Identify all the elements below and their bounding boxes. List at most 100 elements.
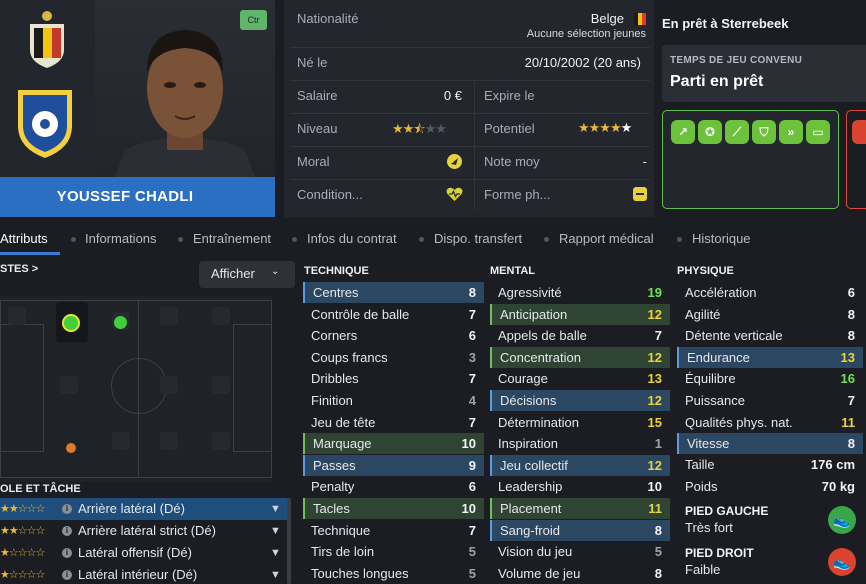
role-row[interactable]: ★★☆☆☆ i Arrière latéral strict (Dé) ▼ (0, 520, 290, 542)
attribute-name: Placement (500, 501, 562, 516)
left-foot-label: PIED GAUCHE (685, 504, 769, 518)
attribute-row[interactable]: Tacles 10 (303, 498, 484, 519)
negative-trait-icon[interactable] (852, 120, 866, 144)
position-slot[interactable] (8, 307, 26, 325)
positions-pitch[interactable] (0, 296, 272, 482)
potential-stars: ★★★★★ (578, 120, 632, 135)
tab-medical[interactable]: Rapport médical (559, 231, 654, 246)
chevron-down-icon[interactable]: ▼ (270, 542, 281, 564)
attribute-row[interactable]: Décisions 12 (490, 390, 670, 411)
attribute-name: Concentration (500, 349, 581, 365)
attribute-row[interactable]: Courage 13 (490, 368, 670, 389)
unconvincing-position-marker[interactable] (66, 443, 76, 453)
attribute-row[interactable]: Volume de jeu 8 (490, 563, 670, 584)
position-slot[interactable] (212, 432, 230, 450)
positions-heading[interactable]: STES > (0, 263, 38, 275)
attribute-row[interactable]: Vitesse 8 (677, 433, 863, 455)
attribute-row[interactable]: Penalty 6 (303, 476, 484, 497)
condition-label: Condition... (297, 187, 363, 202)
role-row[interactable]: ★☆☆☆☆ i Latéral intérieur (Dé) ▼ (0, 564, 290, 584)
attribute-row[interactable]: Concentration 12 (490, 346, 670, 368)
position-slot[interactable] (212, 307, 230, 325)
attribute-row[interactable]: Touches longues 5 (303, 563, 484, 584)
chevron-down-icon[interactable]: ▼ (270, 520, 281, 542)
attribute-row[interactable]: Passes 9 (303, 454, 484, 476)
tab-contract[interactable]: Infos du contrat (307, 231, 397, 246)
info-icon[interactable]: i (62, 548, 72, 558)
info-icon[interactable]: i (62, 526, 72, 536)
attribute-row[interactable]: Puissance 7 (677, 390, 863, 411)
roles-scrollbar[interactable] (287, 498, 291, 584)
attribute-row[interactable]: Jeu collectif 12 (490, 454, 670, 476)
wings-icon[interactable]: » (779, 120, 803, 144)
display-dropdown[interactable]: Afficher ⌄ (199, 261, 295, 288)
attribute-row[interactable]: Leadership 10 (490, 476, 670, 497)
weight-label: Poids (685, 479, 718, 494)
pitch-icon[interactable]: ▭ (806, 120, 830, 144)
attribute-row[interactable]: Détermination 15 (490, 412, 670, 433)
attribute-row[interactable]: Vision du jeu 5 (490, 541, 670, 562)
attribute-value: 9 (468, 457, 476, 473)
position-slot[interactable] (212, 376, 230, 394)
attribute-name: Coups francs (311, 349, 388, 365)
attribute-row[interactable]: Coups francs 3 (303, 347, 484, 368)
attribute-row[interactable]: Qualités phys. nat. 11 (677, 412, 863, 433)
bandage-icon[interactable]: ⟋ (725, 120, 749, 144)
left-foot-icon: 👟 (828, 506, 856, 534)
role-row[interactable]: ★★☆☆☆ i Arrière latéral (Dé) ▼ (0, 498, 290, 520)
player-name: YOUSSEF CHADLI (56, 188, 194, 205)
position-slot[interactable] (160, 307, 178, 325)
role-label: Latéral intérieur (Dé) (78, 567, 198, 582)
attribute-row[interactable]: Finition 4 (303, 390, 484, 411)
info-icon[interactable]: i (62, 504, 72, 514)
tab-history[interactable]: Historique (692, 231, 751, 246)
attribute-value: 7 (468, 371, 476, 387)
attribute-row[interactable]: Agressivité 19 (490, 282, 670, 303)
attribute-row[interactable]: Sang-froid 8 (490, 519, 670, 541)
playing-time-value: Parti en prêt (670, 73, 764, 90)
divider (474, 82, 475, 210)
display-dropdown-label: Afficher (211, 266, 255, 281)
attribute-row[interactable]: Détente verticale 8 (677, 325, 863, 346)
attribute-row[interactable]: Corners 6 (303, 325, 484, 346)
height-value: 176 cm (810, 457, 855, 472)
chevron-down-icon[interactable]: ▼ (270, 498, 281, 520)
attribute-row[interactable]: Tirs de loin 5 (303, 541, 484, 562)
right-foot-label: PIED DROIT (685, 546, 754, 560)
attribute-row[interactable]: Appels de balle 7 (490, 325, 670, 346)
tab-transfer[interactable]: Dispo. transfert (434, 231, 522, 246)
position-slot[interactable] (60, 376, 78, 394)
position-slot[interactable] (160, 376, 178, 394)
attribute-row[interactable]: Marquage 10 (303, 433, 484, 455)
attribute-row[interactable]: Placement 11 (490, 498, 670, 519)
chevron-down-icon[interactable]: ▼ (270, 564, 281, 584)
accomplished-position-marker[interactable] (114, 316, 127, 329)
position-badge: Ctr (240, 10, 267, 30)
role-row[interactable]: ★☆☆☆☆ i Latéral offensif (Dé) ▼ (0, 542, 290, 564)
attribute-row[interactable]: Endurance 13 (677, 346, 863, 368)
info-icon[interactable]: i (62, 570, 72, 580)
tab-training[interactable]: Entraînement (193, 231, 271, 246)
trend-up-icon[interactable]: ↗ (671, 120, 695, 144)
attribute-row[interactable]: Anticipation 12 (490, 303, 670, 325)
playing-time-heading: TEMPS DE JEU CONVENU (670, 55, 803, 66)
attribute-row[interactable]: Équilibre 16 (677, 368, 863, 389)
brain-icon[interactable]: ✪ (698, 120, 722, 144)
attribute-row[interactable]: Dribbles 7 (303, 368, 484, 389)
attribute-name: Courage (498, 371, 548, 387)
tab-attributes[interactable]: Attributs (0, 231, 48, 246)
attribute-row[interactable]: Accélération 6 (677, 282, 863, 303)
attribute-row[interactable]: Jeu de tête 7 (303, 412, 484, 433)
shield-icon[interactable]: ⛉ (752, 120, 776, 144)
attribute-row[interactable]: Agilité 8 (677, 304, 863, 325)
position-slot[interactable] (160, 432, 178, 450)
attribute-row[interactable]: Technique 7 (303, 520, 484, 541)
attribute-row[interactable]: Centres 8 (303, 282, 484, 303)
position-slot[interactable] (112, 432, 130, 450)
tab-information[interactable]: Informations (85, 231, 157, 246)
level-label: Niveau (297, 121, 338, 136)
attribute-name: Appels de balle (498, 328, 587, 344)
attribute-row[interactable]: Contrôle de balle 7 (303, 304, 484, 325)
attribute-row[interactable]: Inspiration 1 (490, 433, 670, 454)
natural-position-marker[interactable] (62, 314, 80, 332)
